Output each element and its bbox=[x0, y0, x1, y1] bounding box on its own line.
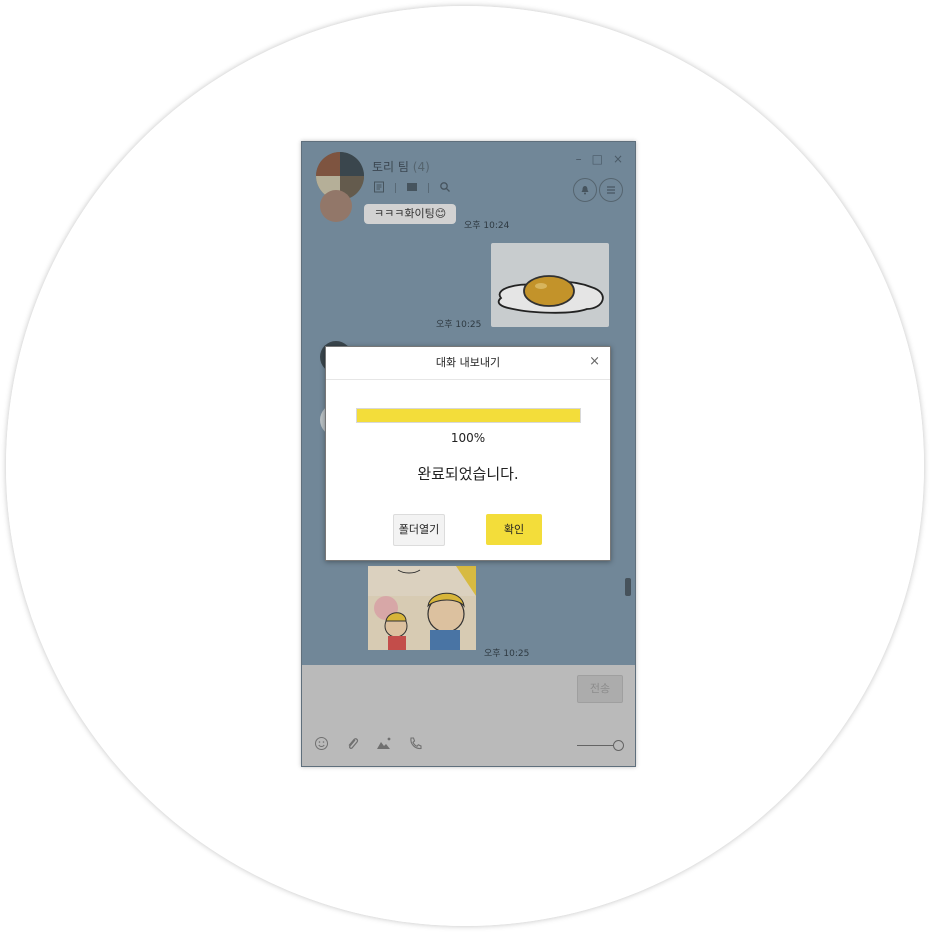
open-folder-button[interactable]: 폴더열기 bbox=[393, 514, 445, 546]
dialog-close-icon[interactable]: × bbox=[589, 354, 600, 370]
export-progress-fill bbox=[357, 409, 580, 422]
progress-percent: 100% bbox=[450, 431, 486, 445]
export-chat-dialog: 대화 내보내기 × 100% 완료되었습니다. 폴더열기 확인 bbox=[325, 346, 611, 561]
dialog-title: 대화 내보내기 bbox=[326, 347, 610, 380]
completion-message: 완료되었습니다. bbox=[417, 465, 519, 483]
confirm-button[interactable]: 확인 bbox=[486, 514, 542, 545]
export-progress-bar bbox=[356, 408, 581, 423]
